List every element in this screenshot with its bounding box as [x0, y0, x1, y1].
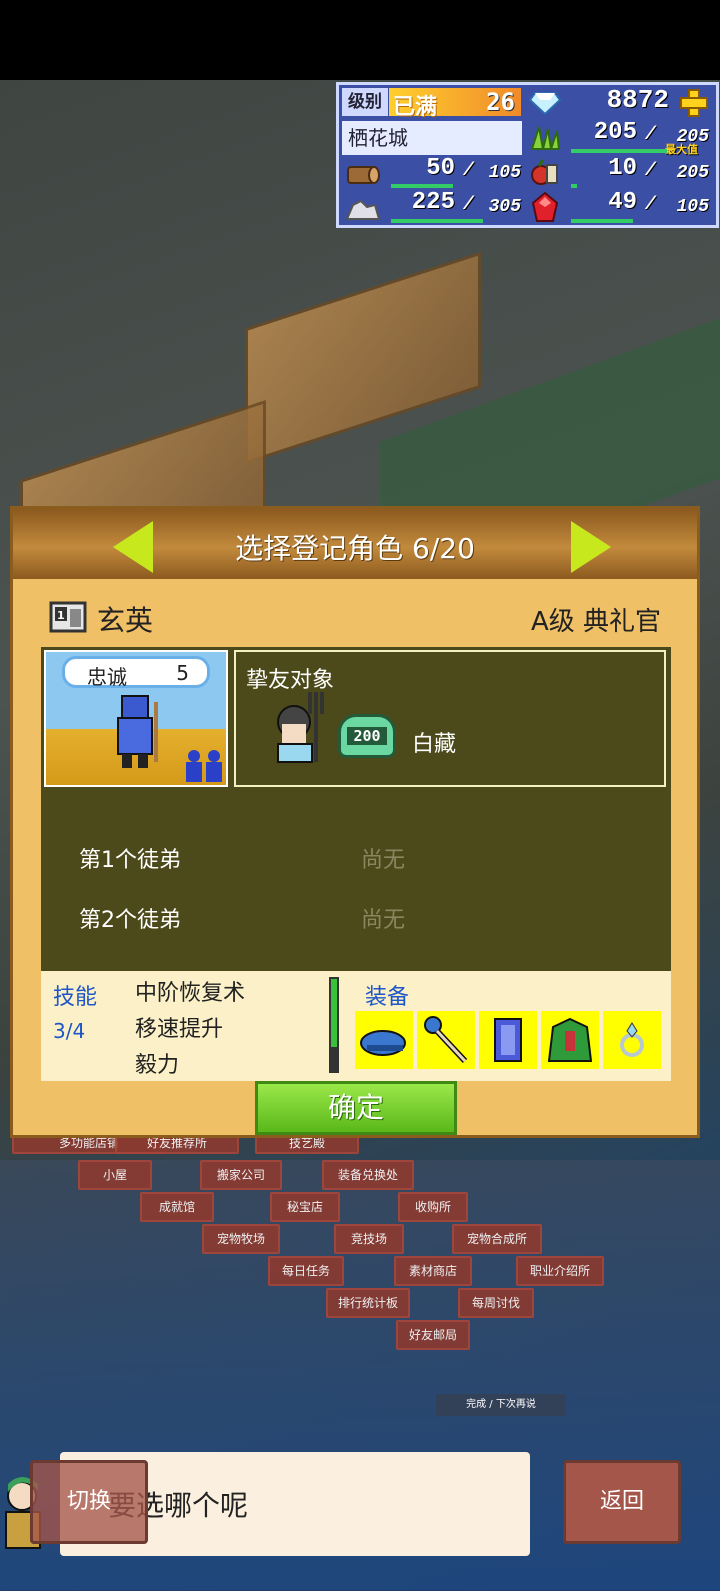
friend-character-icon: [277, 692, 324, 763]
loyalty-label: 忠诚: [87, 665, 127, 689]
food-max: 205: [676, 163, 709, 183]
map-tile-job-agency[interactable]: 职业介绍所: [516, 1256, 604, 1286]
map-tile-arena[interactable]: 竞技场: [334, 1224, 404, 1254]
map-tile-purchase-office[interactable]: 收购所: [398, 1192, 468, 1222]
add-gems-button[interactable]: [676, 87, 712, 119]
skills-scroll-thumb[interactable]: [331, 979, 337, 1047]
map-tile-pet-fusion[interactable]: 宠物合成所: [452, 1224, 542, 1254]
level-label: 级别: [342, 88, 388, 116]
apprentice-panel: 第1个徒弟 尚无 第2个徒弟 尚无: [41, 792, 671, 972]
stone-icon: [345, 193, 381, 223]
map-tile-ranking-board[interactable]: 排行统计板: [326, 1288, 410, 1318]
equipment-slot-5[interactable]: [603, 1011, 661, 1069]
map-tile-daily-quest[interactable]: 每日任务: [268, 1256, 344, 1286]
character-portrait[interactable]: 忠诚 5: [44, 650, 228, 787]
equipment-slot-2[interactable]: [417, 1011, 475, 1069]
apprentice-2-label: 第2个徒弟: [79, 908, 181, 933]
ruby-max: 105: [676, 197, 709, 217]
equipment-slot-4[interactable]: [541, 1011, 599, 1069]
grass-icon: [529, 123, 561, 153]
apprentice-2-value: 尚无: [361, 908, 406, 933]
stone-max: 305: [488, 197, 521, 217]
ruby-icon: [531, 191, 559, 225]
map-tile-weekly-hunt[interactable]: 每周讨伐: [458, 1288, 534, 1318]
max-value-label: 最大值: [665, 143, 698, 156]
equipment-label: 装备: [365, 985, 410, 1010]
stone-slash: /: [463, 195, 474, 215]
next-character-button[interactable]: [569, 519, 613, 575]
ruby-slash: /: [645, 195, 656, 215]
map-tile-pet-ranch[interactable]: 宠物牧场: [202, 1224, 280, 1254]
food-icon: [529, 157, 561, 189]
skills-equipment-panel: 技能 3/4 中阶恢复术 移速提升 毅力 装备: [41, 971, 671, 1081]
card-number: 1: [57, 609, 65, 622]
grass-value: 205: [593, 119, 637, 146]
level-max-badge: 已满: [393, 95, 438, 120]
wood-icon: [345, 159, 381, 189]
confirm-button[interactable]: 确定: [255, 1081, 457, 1135]
wood-slash: /: [463, 161, 474, 181]
map-tile-material-shop[interactable]: 素材商店: [394, 1256, 472, 1286]
friendship-level-value: 200: [347, 727, 387, 745]
map-tile-treasure-shop[interactable]: 秘宝店: [270, 1192, 340, 1222]
loyalty-badge: 忠诚 5: [62, 656, 210, 689]
right-arrow-icon: [571, 521, 611, 573]
character-info-panel: 忠诚 5 挚友对象 200 白藏: [41, 647, 671, 792]
party-icon: [186, 750, 222, 782]
equipment-slot-3[interactable]: [479, 1011, 537, 1069]
stone-progress: [391, 219, 483, 223]
character-select-dialog: 选择登记角色 6/20 1 玄英 A级 典礼官 忠诚 5 挚友对象 200 白藏…: [10, 506, 700, 1138]
skills-scrollbar[interactable]: [329, 977, 339, 1073]
blue-cap-icon: [360, 1030, 406, 1056]
ruby-value: 49: [608, 189, 637, 216]
map-tile-hut[interactable]: 小屋: [78, 1160, 152, 1190]
grass-slash: /: [645, 125, 656, 145]
back-button[interactable]: 返回: [563, 1460, 681, 1544]
wood-value: 50: [426, 155, 455, 182]
wood-max: 105: [488, 163, 521, 183]
equipment-slot-1[interactable]: [355, 1011, 413, 1069]
skill-2: 移速提升: [135, 1017, 224, 1042]
apprentice-1-label: 第1个徒弟: [79, 848, 181, 873]
gem-count: 8872: [606, 85, 669, 115]
character-name: 玄英: [97, 604, 154, 637]
level-value: 26: [486, 88, 515, 116]
map-tile-achievement-hall[interactable]: 成就馆: [140, 1192, 214, 1222]
knight-character-icon: [117, 695, 158, 768]
green-robe-icon: [547, 1017, 593, 1062]
switch-button[interactable]: 切换: [30, 1460, 148, 1544]
grass-progress: [571, 149, 667, 153]
diamond-icon: [528, 89, 562, 116]
map-tile-moving-company[interactable]: 搬家公司: [200, 1160, 282, 1190]
magic-staff-icon: [424, 1016, 468, 1064]
map-footer-text[interactable]: 完成 / 下次再说: [436, 1394, 566, 1416]
food-value: 10: [608, 155, 637, 182]
skills-count: 3/4: [53, 1019, 86, 1043]
level-box: 已满 26: [389, 88, 521, 120]
character-rank: A级 典礼官: [530, 607, 661, 637]
blue-armor-icon: [494, 1018, 522, 1062]
best-friend-panel: 挚友对象 200 白藏: [234, 650, 666, 787]
skill-1: 中阶恢复术: [135, 981, 246, 1006]
food-progress: [571, 184, 577, 188]
map-tile-equipment-exchange[interactable]: 装备兑换处: [322, 1160, 414, 1190]
friend-name: 白藏: [412, 732, 457, 757]
resource-hud: 级别 已满 26 8872 栖花城 205 / 205 最大值 50 / 105…: [336, 82, 719, 228]
character-card-icon: 1: [49, 599, 87, 635]
apprentice-1-value: 尚无: [361, 848, 406, 873]
plus-icon: [680, 89, 708, 117]
ring-icon: [620, 1022, 644, 1057]
wood-progress: [391, 184, 453, 188]
loyalty-value: 5: [176, 661, 189, 685]
stone-value: 225: [411, 189, 455, 216]
friendship-level-icon: 200: [338, 714, 396, 758]
food-slash: /: [645, 161, 656, 181]
town-name: 栖花城: [342, 121, 522, 155]
skill-3: 毅力: [135, 1053, 180, 1078]
ruby-progress: [571, 219, 633, 223]
map-tile-friend-mailbox[interactable]: 好友邮局: [396, 1320, 470, 1350]
skills-label: 技能: [53, 985, 98, 1010]
